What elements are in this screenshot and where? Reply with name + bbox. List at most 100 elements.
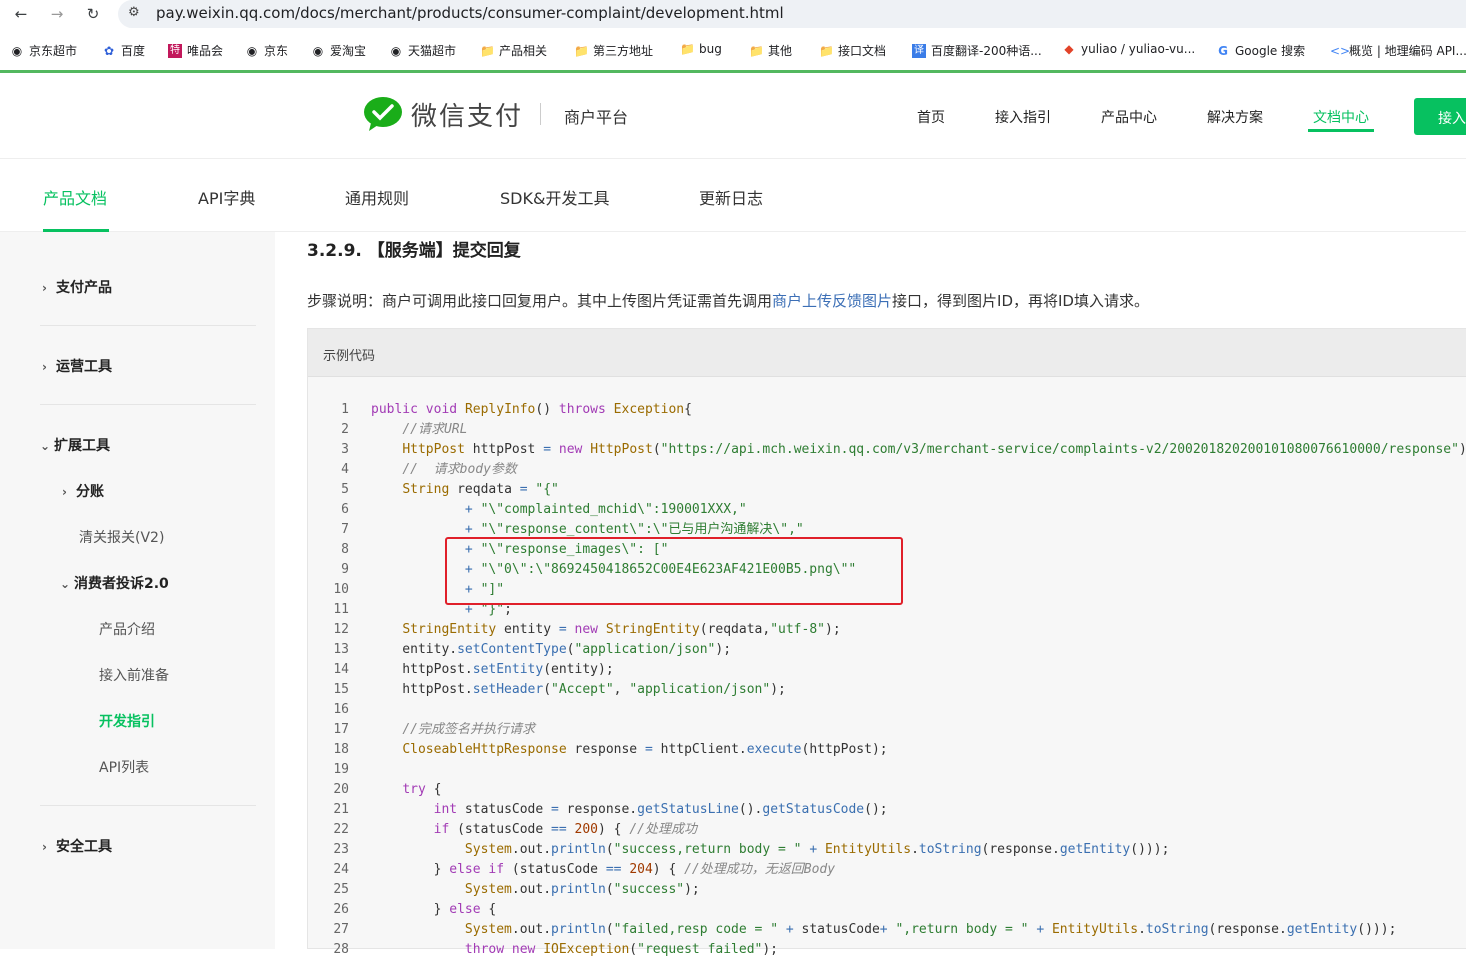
tab-product-docs[interactable]: 产品文档 <box>43 185 107 209</box>
sidebar-item-fenzhang[interactable]: › 分账 <box>62 481 104 501</box>
site-header: 微信支付 商户平台 首页 接入指引 产品中心 解决方案 文档中心 接入 <box>0 73 1466 159</box>
line-number: 18 <box>333 742 349 757</box>
code-text: if (statusCode == 200) { //处理成功 <box>433 822 697 837</box>
code-line: 16 <box>307 700 1466 720</box>
code-text: try { <box>402 782 442 797</box>
bookmark-folder[interactable]: 📁 第三方地址 <box>574 42 653 59</box>
sidebar-item-ext-tools[interactable]: ⌄ 扩展工具 <box>40 435 110 455</box>
code-line: 3 HttpPost httpPost = new HttpPost("http… <box>307 440 1466 460</box>
sidebar-item-api-list[interactable]: API列表 <box>99 757 149 777</box>
code-line: 5 String reqdata = "{" <box>307 480 1466 500</box>
bookmark-item[interactable]: ✿ 百度 <box>102 42 145 59</box>
address-bar[interactable]: ⚙ pay.weixin.qq.com/docs/merchant/produc… <box>118 0 1466 28</box>
bookmark-item[interactable]: 特唯品会 <box>168 42 223 59</box>
sidebar-item-prep[interactable]: 接入前准备 <box>99 665 169 685</box>
join-button[interactable]: 接入 <box>1414 98 1466 135</box>
google-icon: G <box>1218 43 1228 58</box>
bookmark-item[interactable]: ◉ 天猫超市 <box>389 42 456 59</box>
sidebar-item-complaint[interactable]: ⌄ 消费者投诉2.0 <box>60 573 169 593</box>
url-text: pay.weixin.qq.com/docs/merchant/products… <box>156 4 784 22</box>
bookmark-item[interactable]: ◆ yuliao / yuliao-vu... <box>1062 42 1195 56</box>
code-text: // 请求body参数 <box>402 462 517 477</box>
line-number: 3 <box>341 442 349 457</box>
code-line: 17 //完成签名并执行请求 <box>307 720 1466 740</box>
code-text: entity.setContentType("application/json"… <box>371 642 732 657</box>
code-text: String reqdata = "{" <box>402 482 559 497</box>
line-number: 7 <box>341 522 349 537</box>
line-number: 2 <box>341 422 349 437</box>
line-number: 15 <box>333 682 349 697</box>
tab-api-dict[interactable]: API字典 <box>198 185 255 209</box>
bookmark-folder[interactable]: 📁 bug <box>680 42 722 56</box>
code-line: 26 } else { <box>307 900 1466 920</box>
code-line: 15 httpPost.setHeader("Accept", "applica… <box>307 680 1466 700</box>
section-heading: 3.2.9. 【服务端】提交回复 <box>307 241 521 261</box>
site-info-icon[interactable]: ⚙ <box>128 5 140 20</box>
code-line: 28 throw new IOException("request failed… <box>307 940 1466 960</box>
platform-name[interactable]: 商户平台 <box>564 104 628 128</box>
code-line: 18 CloseableHttpResponse response = http… <box>307 740 1466 760</box>
sidebar-divider <box>40 404 256 405</box>
sidebar-divider <box>40 325 256 326</box>
code-text: StringEntity entity = new StringEntity(r… <box>402 622 841 637</box>
line-number: 26 <box>333 902 349 917</box>
sidebar-item-security-tools[interactable]: › 安全工具 <box>42 836 112 856</box>
globe-icon: ◉ <box>390 43 402 58</box>
sidebar-item-dev-guide[interactable]: 开发指引 <box>99 711 155 731</box>
folder-icon: 📁 <box>574 43 589 58</box>
wechat-pay-logo-icon[interactable] <box>363 96 403 132</box>
bookmark-item[interactable]: ◉ 京东超市 <box>10 42 77 59</box>
code-text: System.out.println("success,return body … <box>464 842 1170 857</box>
code-line: 24 } else if (statusCode == 204) { //处理成… <box>307 860 1466 880</box>
bookmark-item[interactable]: ◉ 爱淘宝 <box>311 42 366 59</box>
forward-icon[interactable]: → <box>46 3 68 25</box>
nav-solutions[interactable]: 解决方案 <box>1207 107 1263 127</box>
tab-sdk-tools[interactable]: SDK&开发工具 <box>500 185 609 209</box>
line-number: 16 <box>333 702 349 717</box>
folder-icon: 📁 <box>480 43 495 58</box>
code-line: 20 try { <box>307 780 1466 800</box>
chevron-right-icon: › <box>42 281 47 295</box>
sidebar: › 支付产品 › 运营工具 ⌄ 扩展工具 › 分账 清关报关(V2) ⌄ 消费者投诉2.0… <box>0 232 275 949</box>
sidebar-item-customs[interactable]: 清关报关(V2) <box>79 527 164 547</box>
sidebar-item-pay-products[interactable]: › 支付产品 <box>42 277 112 297</box>
line-number: 21 <box>333 802 349 817</box>
bookmark-item[interactable]: ◉ 京东 <box>245 42 288 59</box>
code-line: 1 public void ReplyInfo() throws Exceptio… <box>307 400 1466 420</box>
line-number: 4 <box>341 462 349 477</box>
chevron-right-icon: › <box>62 485 67 499</box>
bookmark-item[interactable]: G Google 搜索 <box>1216 42 1305 59</box>
sidebar-item-intro[interactable]: 产品介绍 <box>99 619 155 639</box>
line-number: 10 <box>333 582 349 597</box>
brand-name[interactable]: 微信支付 <box>411 96 523 133</box>
nav-home[interactable]: 首页 <box>917 107 945 127</box>
bookmark-folder[interactable]: 📁 接口文档 <box>819 42 886 59</box>
tab-changelog[interactable]: 更新日志 <box>699 185 763 209</box>
back-icon[interactable]: ← <box>10 3 32 25</box>
code-block-header: 示例代码 <box>308 329 1466 377</box>
bookmark-item[interactable]: <> 概览 | 地理编码 API... <box>1330 42 1466 59</box>
code-line: 22 if (statusCode == 200) { //处理成功 <box>307 820 1466 840</box>
code-text: CloseableHttpResponse response = httpCli… <box>402 742 888 757</box>
reload-icon[interactable]: ↻ <box>82 3 104 25</box>
tab-general-rules[interactable]: 通用规则 <box>345 185 409 209</box>
code-text: System.out.println("success"); <box>464 882 700 897</box>
bookmark-folder[interactable]: 📁 产品相关 <box>480 42 547 59</box>
folder-icon: 📁 <box>819 43 834 58</box>
chevron-right-icon: › <box>42 840 47 854</box>
globe-icon: ◉ <box>312 43 324 58</box>
nav-docs[interactable]: 文档中心 <box>1313 107 1369 127</box>
translate-icon: 译 <box>912 43 926 58</box>
nav-products[interactable]: 产品中心 <box>1101 107 1157 127</box>
gitlab-icon: ◆ <box>1064 42 1074 56</box>
bookmark-folder[interactable]: 📁 其他 <box>749 42 792 59</box>
upload-image-link[interactable]: 商户上传反馈图片 <box>772 292 892 310</box>
globe-icon: ◉ <box>11 43 23 58</box>
sidebar-item-ops-tools[interactable]: › 运营工具 <box>42 356 112 376</box>
folder-icon: 📁 <box>680 42 695 56</box>
code-icon: <> <box>1330 43 1351 58</box>
line-number: 22 <box>333 822 349 837</box>
bookmark-item[interactable]: 译百度翻译-200种语... <box>912 42 1042 59</box>
nav-guide[interactable]: 接入指引 <box>995 107 1051 127</box>
code-line: 19 <box>307 760 1466 780</box>
